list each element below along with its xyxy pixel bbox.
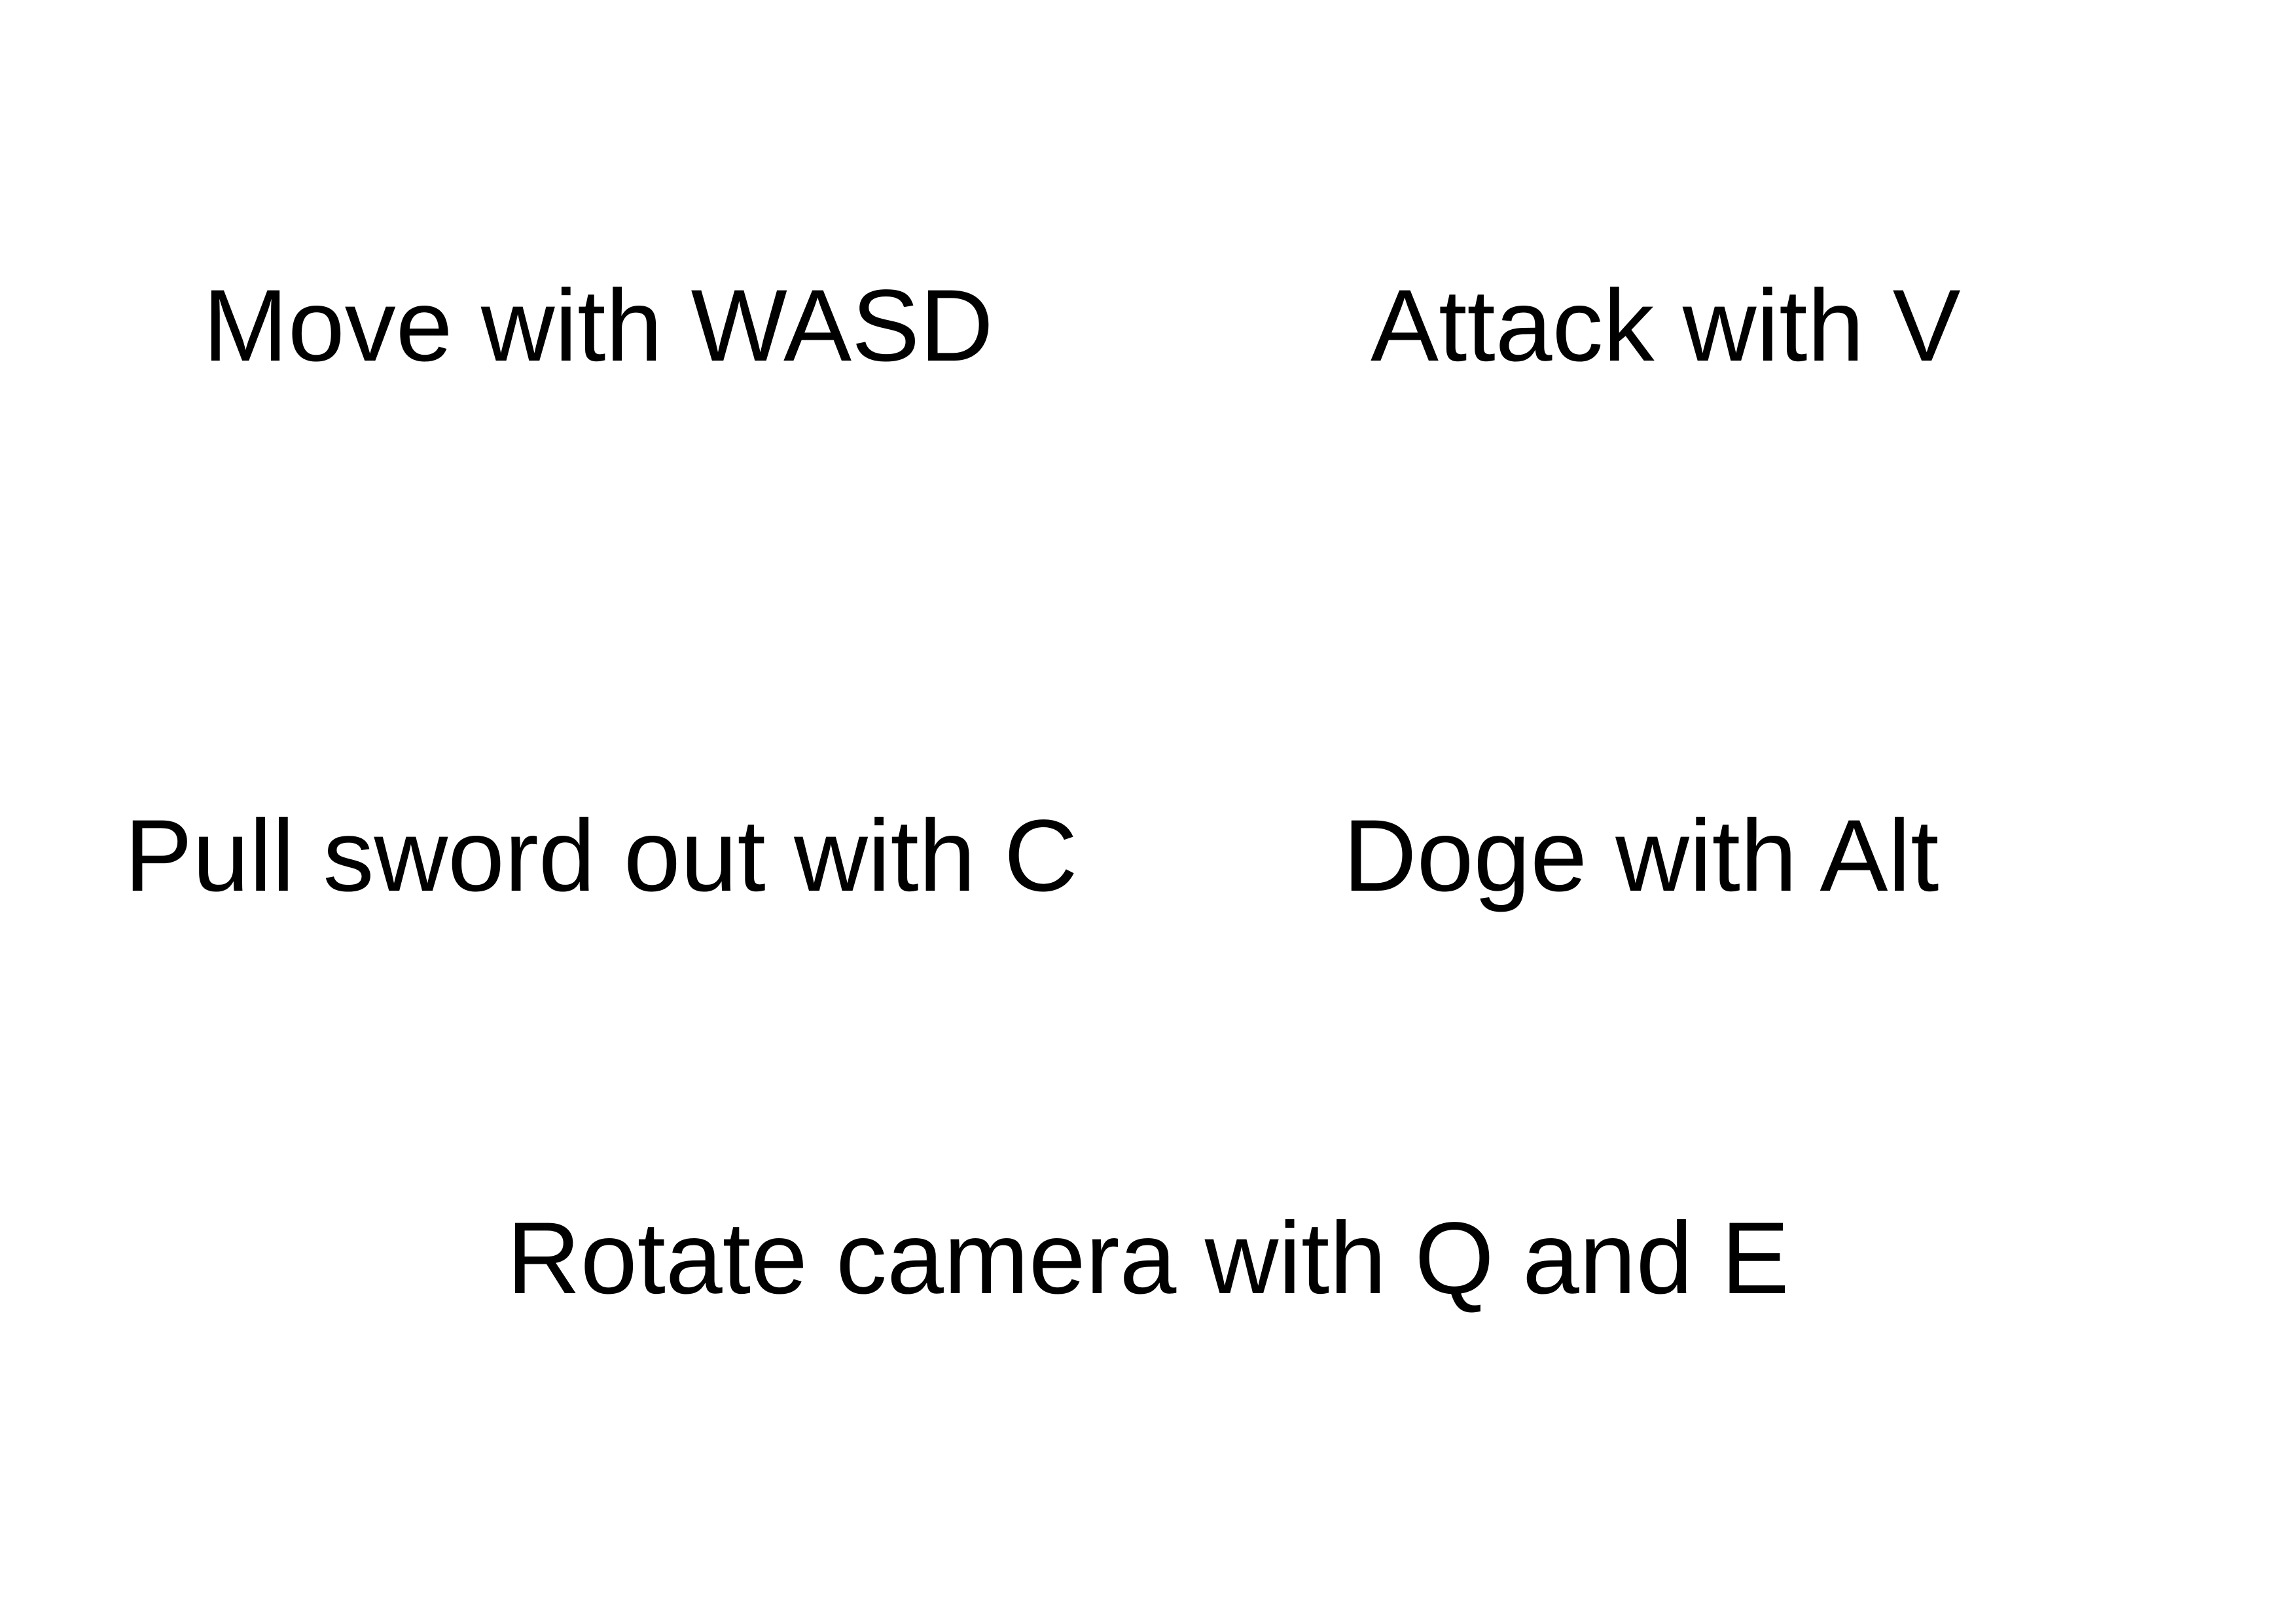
move-instruction: Move with WASD — [203, 269, 994, 383]
attack-instruction: Attack with V — [1371, 269, 1961, 383]
rotate-camera-instruction: Rotate camera with Q and E — [507, 1202, 1789, 1315]
controls-screen: { "controls": { "move": "Move with WASD"… — [0, 0, 2296, 1623]
pull-sword-instruction: Pull sword out with C — [124, 799, 1078, 913]
dodge-instruction: Doge with Alt — [1343, 799, 1939, 913]
